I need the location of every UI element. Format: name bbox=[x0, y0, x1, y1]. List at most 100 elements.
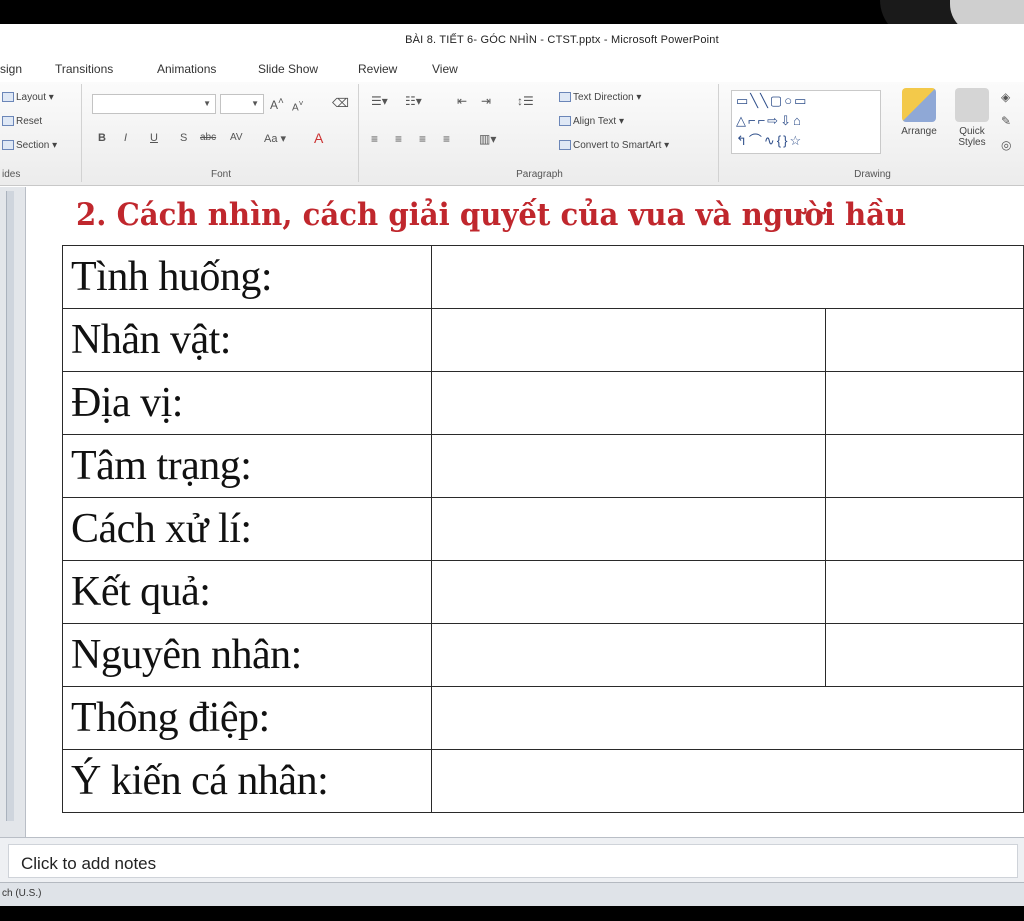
justify-icon[interactable]: ≡ bbox=[443, 132, 450, 146]
spacing-button[interactable]: AV bbox=[230, 132, 243, 143]
paragraph-group: ☰▾ ☷▾ ⇤ ⇥ ↕☰ ≡ ≡ ≡ ≡ ▥▾ Text Direction ▾… bbox=[361, 84, 719, 182]
table-row: Kết quả: bbox=[62, 560, 1024, 624]
reset-button[interactable]: Reset bbox=[2, 116, 42, 127]
font-size-combo[interactable]: ▼ bbox=[220, 94, 264, 114]
align-text-button[interactable]: Align Text ▾ bbox=[559, 116, 624, 127]
table-cell[interactable] bbox=[825, 308, 1024, 372]
increase-indent-icon[interactable]: ⇥ bbox=[481, 94, 491, 108]
decrease-indent-icon[interactable]: ⇤ bbox=[457, 94, 467, 108]
quick-styles-button[interactable]: Quick Styles bbox=[949, 88, 995, 148]
shape-fill-icon[interactable]: ◈ bbox=[1001, 90, 1010, 104]
table-row: Nguyên nhân: bbox=[62, 623, 1024, 687]
row-label[interactable]: Nguyên nhân: bbox=[62, 623, 432, 687]
row-label[interactable]: Tình huống: bbox=[62, 245, 432, 309]
grow-font-button[interactable]: A˄ bbox=[270, 96, 284, 112]
slide-title[interactable]: 2. Cách nhìn, cách giải quyết của vua và… bbox=[76, 197, 906, 233]
table-cell[interactable] bbox=[430, 686, 1024, 750]
table-cell[interactable] bbox=[430, 308, 827, 372]
change-case-button[interactable]: Aa ▾ bbox=[264, 132, 286, 145]
table-cell[interactable] bbox=[825, 623, 1024, 687]
numbering-icon[interactable]: ☷▾ bbox=[405, 94, 422, 108]
line-spacing-icon[interactable]: ↕☰ bbox=[517, 94, 534, 108]
font-color-button[interactable]: A bbox=[314, 130, 323, 146]
text-direction-button[interactable]: Text Direction ▾ bbox=[559, 92, 641, 103]
shape-effects-icon[interactable]: ◎ bbox=[1001, 138, 1011, 152]
layout-button[interactable]: Layout ▾ bbox=[2, 92, 54, 103]
paragraph-group-label: Paragraph bbox=[516, 169, 563, 180]
table-cell[interactable] bbox=[825, 497, 1024, 561]
arrange-button[interactable]: Arrange bbox=[889, 88, 949, 137]
table-cell[interactable] bbox=[430, 749, 1024, 813]
arrange-icon bbox=[902, 88, 936, 122]
shapes-gallery[interactable]: ▭╲╲▢○▭ △⌐⌐⇨⇩⌂ ↰⌒∿{}☆ bbox=[731, 90, 881, 154]
row-label[interactable]: Ý kiến cá nhân: bbox=[62, 749, 432, 813]
powerpoint-window: BÀI 8. TIẾT 6- GÓC NHÌN - CTST.pptx - Mi… bbox=[0, 24, 1024, 882]
table-row: Tâm trạng: bbox=[62, 434, 1024, 498]
quick-styles-label: Quick Styles bbox=[958, 126, 986, 148]
text-direction-icon bbox=[559, 92, 571, 103]
align-center-icon[interactable]: ≡ bbox=[395, 132, 402, 146]
reset-label: Reset bbox=[16, 116, 43, 127]
align-text-icon bbox=[559, 116, 571, 127]
bold-button[interactable]: B bbox=[98, 132, 106, 144]
tab-animations[interactable]: Animations bbox=[157, 62, 216, 76]
row-label[interactable]: Kết quả: bbox=[62, 560, 432, 624]
font-name-combo[interactable]: ▼ bbox=[92, 94, 216, 114]
align-left-icon[interactable]: ≡ bbox=[371, 132, 378, 146]
language-status[interactable]: ch (U.S.) bbox=[2, 888, 41, 899]
slides-group: Layout ▾ Reset Section ▾ ides bbox=[0, 84, 82, 182]
tab-view[interactable]: View bbox=[432, 62, 458, 76]
table-cell[interactable] bbox=[430, 623, 827, 687]
table-cell[interactable] bbox=[430, 560, 827, 624]
table-cell[interactable] bbox=[825, 371, 1024, 435]
convert-smartart-button[interactable]: Convert to SmartArt ▾ bbox=[559, 140, 669, 151]
table-cell[interactable] bbox=[825, 434, 1024, 498]
table-row: Cách xử lí: bbox=[62, 497, 1024, 561]
slides-pane-edge[interactable] bbox=[0, 187, 26, 837]
row-label[interactable]: Cách xử lí: bbox=[62, 497, 432, 561]
underline-button[interactable]: U bbox=[150, 132, 158, 144]
status-bar: ch (U.S.) bbox=[0, 882, 1024, 906]
row-label[interactable]: Nhân vật: bbox=[62, 308, 432, 372]
tab-transitions[interactable]: Transitions bbox=[55, 62, 113, 76]
section-button[interactable]: Section ▾ bbox=[2, 140, 57, 151]
tab-slide-show[interactable]: Slide Show bbox=[258, 62, 318, 76]
slides-pane-scrollbar[interactable] bbox=[6, 191, 14, 821]
notes-field[interactable]: Click to add notes bbox=[8, 844, 1018, 878]
quick-styles-icon bbox=[955, 88, 989, 122]
window-title: BÀI 8. TIẾT 6- GÓC NHÌN - CTST.pptx - Mi… bbox=[405, 34, 719, 46]
comparison-table[interactable]: Tình huống: Nhân vật: Địa vị: Tâm trạng:… bbox=[62, 245, 1024, 813]
row-label[interactable]: Tâm trạng: bbox=[62, 434, 432, 498]
title-bar: BÀI 8. TIẾT 6- GÓC NHÌN - CTST.pptx - Mi… bbox=[0, 24, 1024, 58]
shrink-font-button[interactable]: A˅ bbox=[292, 98, 304, 113]
table-cell[interactable] bbox=[430, 497, 827, 561]
slide-editor: 2. Cách nhìn, cách giải quyết của vua và… bbox=[0, 187, 1024, 837]
ribbon: Layout ▾ Reset Section ▾ ides ▼ ▼ A˄ A˅ … bbox=[0, 82, 1024, 186]
align-right-icon[interactable]: ≡ bbox=[419, 132, 426, 146]
row-label[interactable]: Thông điệp: bbox=[62, 686, 432, 750]
shadow-button[interactable]: S bbox=[180, 132, 187, 144]
drawing-group-label: Drawing bbox=[854, 169, 891, 180]
shape-outline-icon[interactable]: ✎ bbox=[1001, 114, 1011, 128]
italic-button[interactable]: I bbox=[124, 132, 127, 144]
layout-icon bbox=[2, 92, 14, 103]
tab-review[interactable]: Review bbox=[358, 62, 397, 76]
table-row: Tình huống: bbox=[62, 245, 1024, 309]
clear-formatting-icon[interactable]: ⌫ bbox=[332, 96, 349, 110]
table-cell[interactable] bbox=[430, 245, 1024, 309]
bullets-icon[interactable]: ☰▾ bbox=[371, 94, 388, 108]
screen: BÀI 8. TIẾT 6- GÓC NHÌN - CTST.pptx - Mi… bbox=[0, 0, 1024, 921]
table-row: Ý kiến cá nhân: bbox=[62, 749, 1024, 813]
slide-canvas[interactable]: 2. Cách nhìn, cách giải quyết của vua và… bbox=[30, 189, 1024, 817]
tab-design[interactable]: sign bbox=[0, 62, 22, 76]
table-cell[interactable] bbox=[430, 371, 827, 435]
table-cell[interactable] bbox=[825, 560, 1024, 624]
layout-label: Layout bbox=[16, 92, 47, 103]
strikethrough-button[interactable]: abc bbox=[200, 132, 216, 143]
font-group-label: Font bbox=[210, 169, 231, 180]
columns-icon[interactable]: ▥▾ bbox=[479, 132, 496, 146]
row-label[interactable]: Địa vị: bbox=[62, 371, 432, 435]
notes-placeholder: Click to add notes bbox=[21, 854, 157, 873]
arrange-label: Arrange bbox=[901, 126, 937, 137]
table-cell[interactable] bbox=[430, 434, 827, 498]
